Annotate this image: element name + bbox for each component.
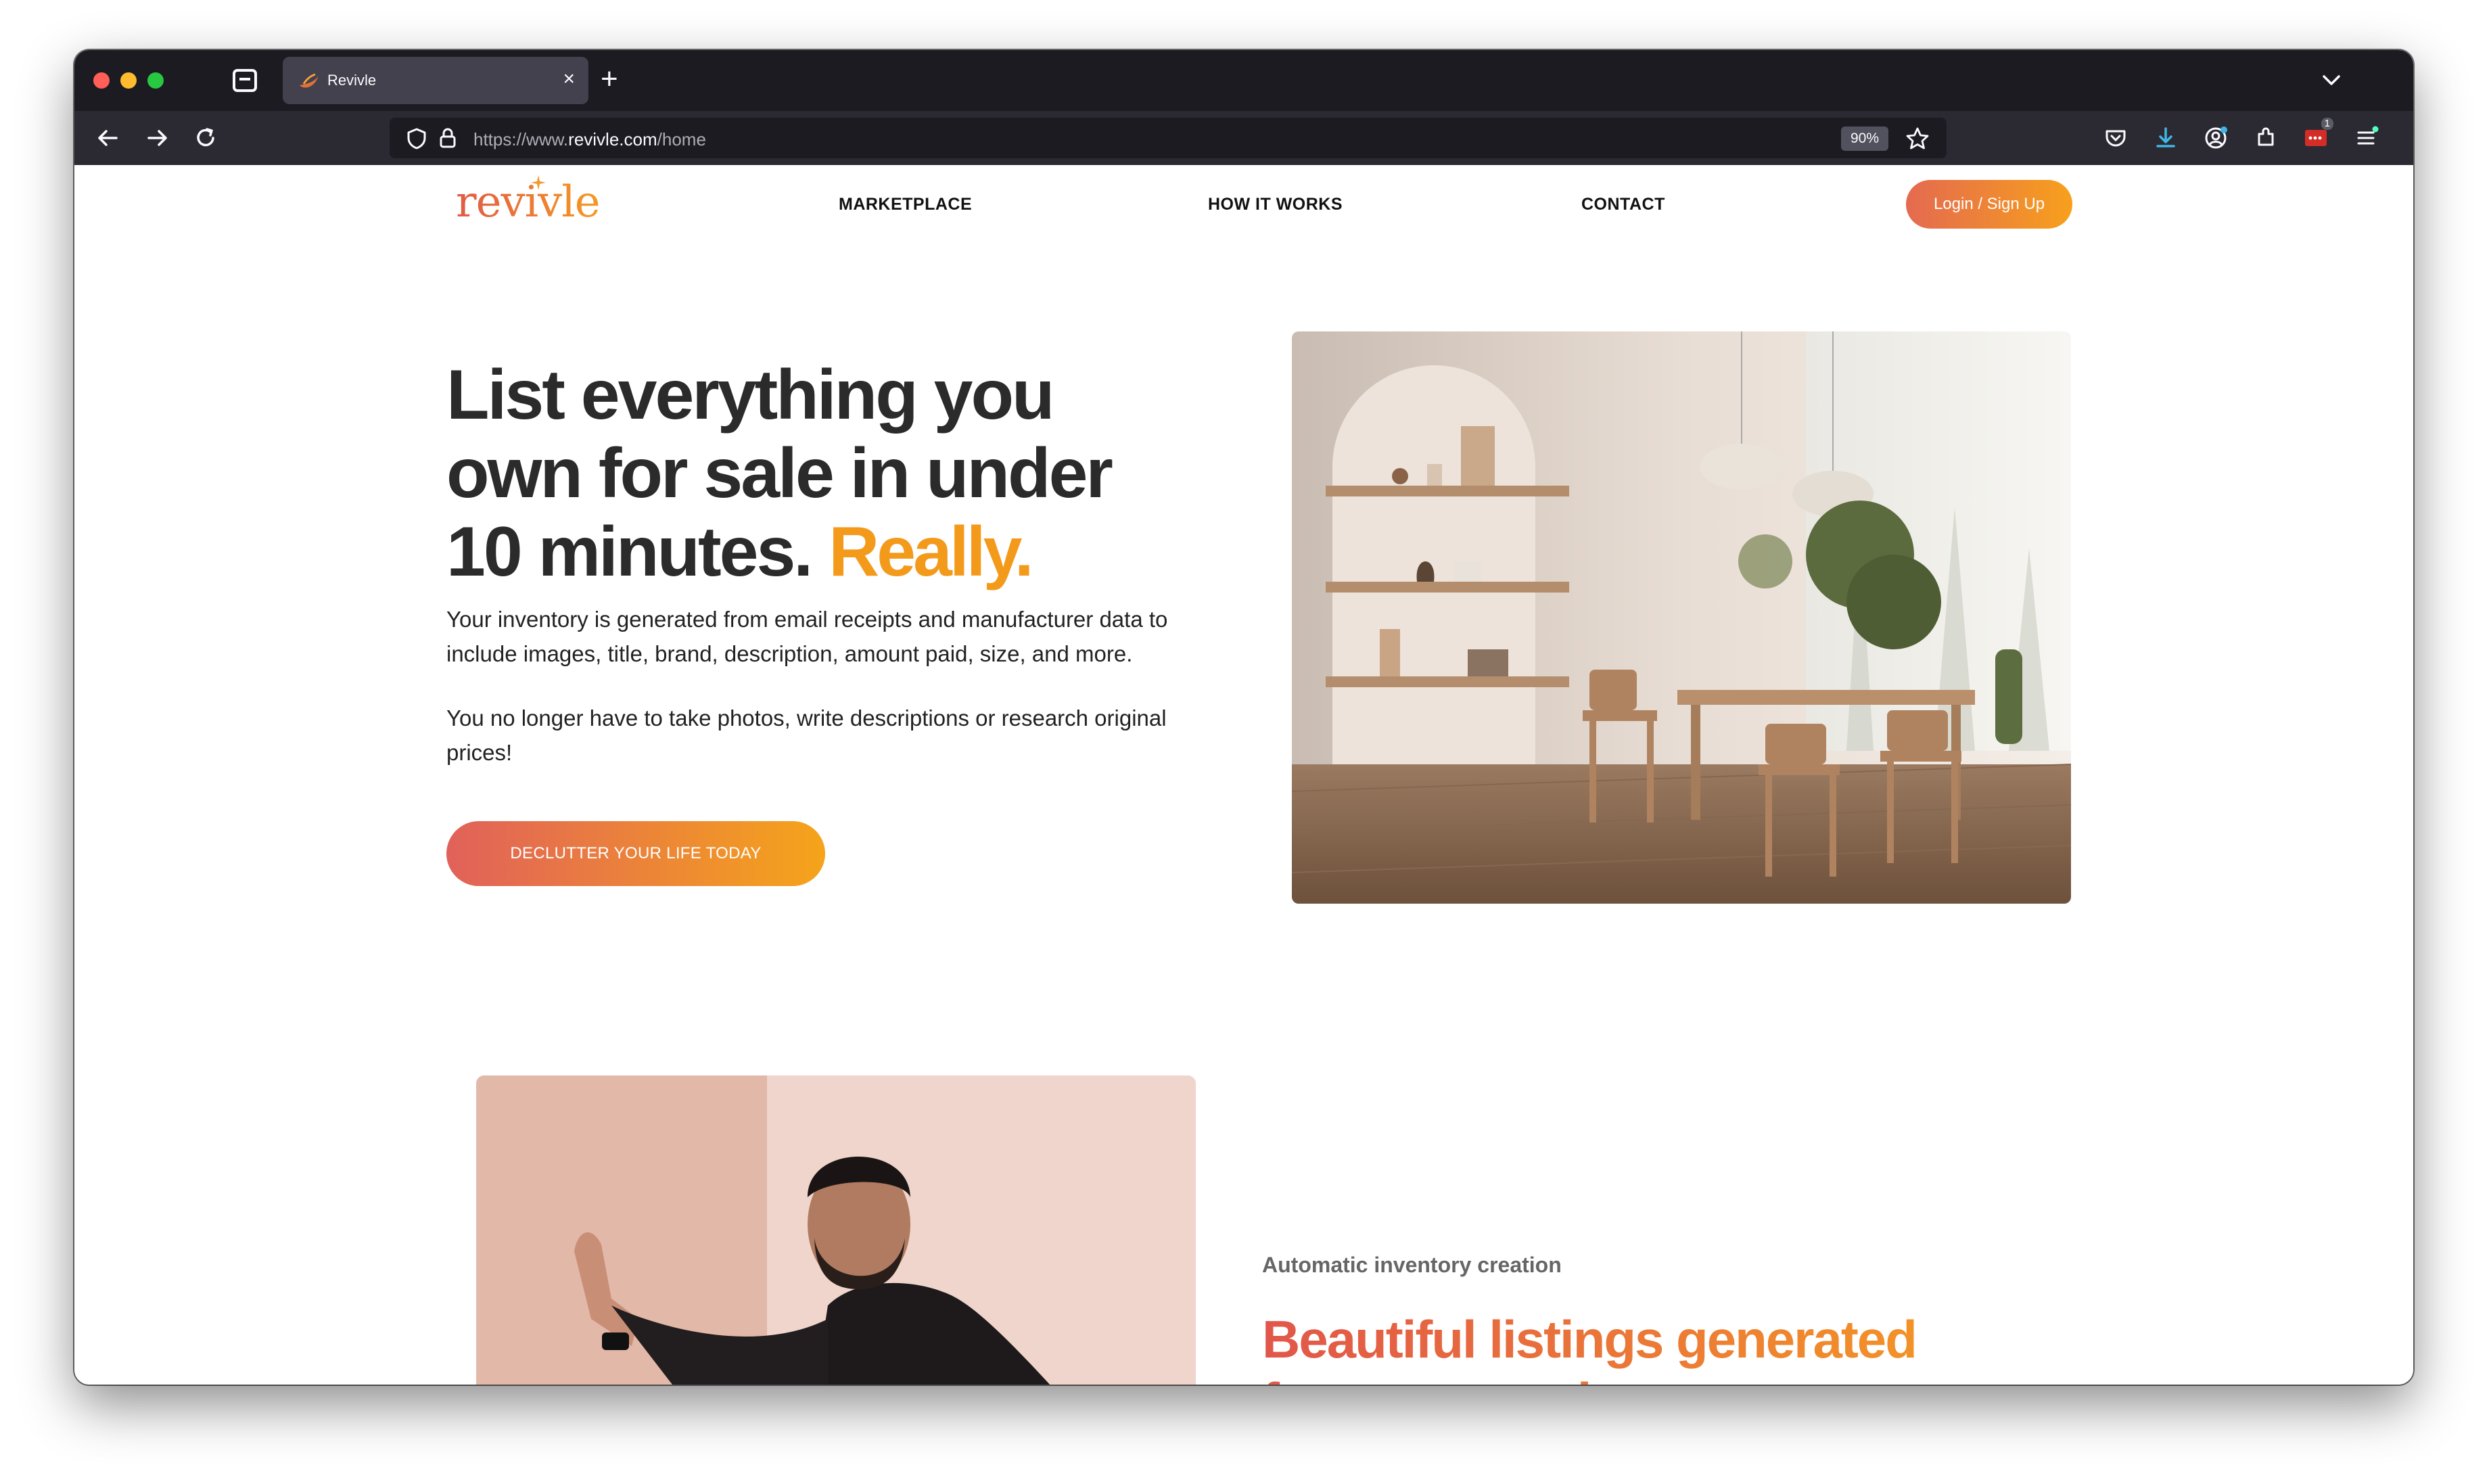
declutter-cta-button[interactable]: DECLUTTER YOUR LIFE TODAY	[446, 821, 825, 886]
extension-lastpass-icon[interactable]: 1	[2301, 118, 2333, 153]
new-tab-button[interactable]: +	[601, 62, 618, 96]
hero-dining-room-image	[1292, 331, 2071, 904]
section-kicker: Automatic inventory creation	[1262, 1253, 1562, 1277]
tab-overview-icon[interactable]	[233, 69, 257, 92]
close-window-button[interactable]	[93, 72, 110, 89]
extensions-icon[interactable]	[2251, 123, 2281, 153]
url-text[interactable]: https://www.revivle.com/home	[473, 129, 706, 150]
chevron-down-icon[interactable]	[2317, 66, 2346, 95]
active-tab[interactable]: Revivle ×	[283, 57, 588, 104]
section-title: Beautiful listings generated from your o…	[1262, 1308, 2006, 1385]
web-page: revivle MARKETPLACE HOW IT WORKS CONTACT…	[74, 165, 2413, 1385]
hero-headline-accent: Really.	[829, 513, 1034, 591]
url-bar[interactable]: https://www.revivle.com/home 90%	[390, 118, 1947, 158]
tab-close-icon[interactable]: ×	[563, 68, 575, 91]
person-portrait-image	[476, 1075, 1196, 1385]
browser-window: Revivle × + https://www.revivle.com/home…	[74, 50, 2413, 1385]
login-signup-button[interactable]: Login / Sign Up	[1906, 180, 2072, 229]
navigation-toolbar: https://www.revivle.com/home 90% 1	[74, 111, 2413, 165]
hero-paragraph-2: You no longer have to take photos, write…	[446, 705, 1167, 765]
maximize-window-button[interactable]	[147, 72, 164, 89]
extension-badge-count: 1	[2321, 118, 2333, 130]
hero-paragraph-1: Your inventory is generated from email r…	[446, 607, 1168, 666]
forward-icon[interactable]	[142, 123, 172, 153]
menu-icon[interactable]	[2351, 123, 2381, 153]
back-icon[interactable]	[93, 123, 123, 153]
nav-contact[interactable]: CONTACT	[1581, 195, 1665, 214]
logo-spark-icon	[531, 175, 546, 190]
url-prefix: https://www.	[473, 129, 569, 149]
revivle-favicon-icon	[300, 73, 319, 88]
nav-marketplace[interactable]: MARKETPLACE	[839, 195, 972, 214]
url-path: /home	[657, 129, 706, 149]
reload-icon[interactable]	[191, 123, 220, 153]
minimize-window-button[interactable]	[120, 72, 137, 89]
nav-how-it-works[interactable]: HOW IT WORKS	[1208, 195, 1343, 214]
tab-title: Revivle	[327, 72, 377, 89]
account-icon[interactable]	[2201, 123, 2231, 153]
star-icon[interactable]	[1905, 126, 1930, 152]
download-icon[interactable]	[2151, 123, 2181, 153]
lock-icon[interactable]	[438, 127, 457, 149]
hero-headline: List everything you own for sale in unde…	[446, 356, 1177, 591]
pocket-icon[interactable]	[2101, 123, 2131, 153]
shield-icon[interactable]	[406, 127, 427, 150]
site-logo[interactable]: revivle	[456, 177, 601, 227]
zoom-level-badge[interactable]: 90%	[1841, 126, 1888, 151]
url-host: revivle.com	[568, 129, 657, 149]
tab-strip: Revivle × +	[74, 50, 2413, 111]
